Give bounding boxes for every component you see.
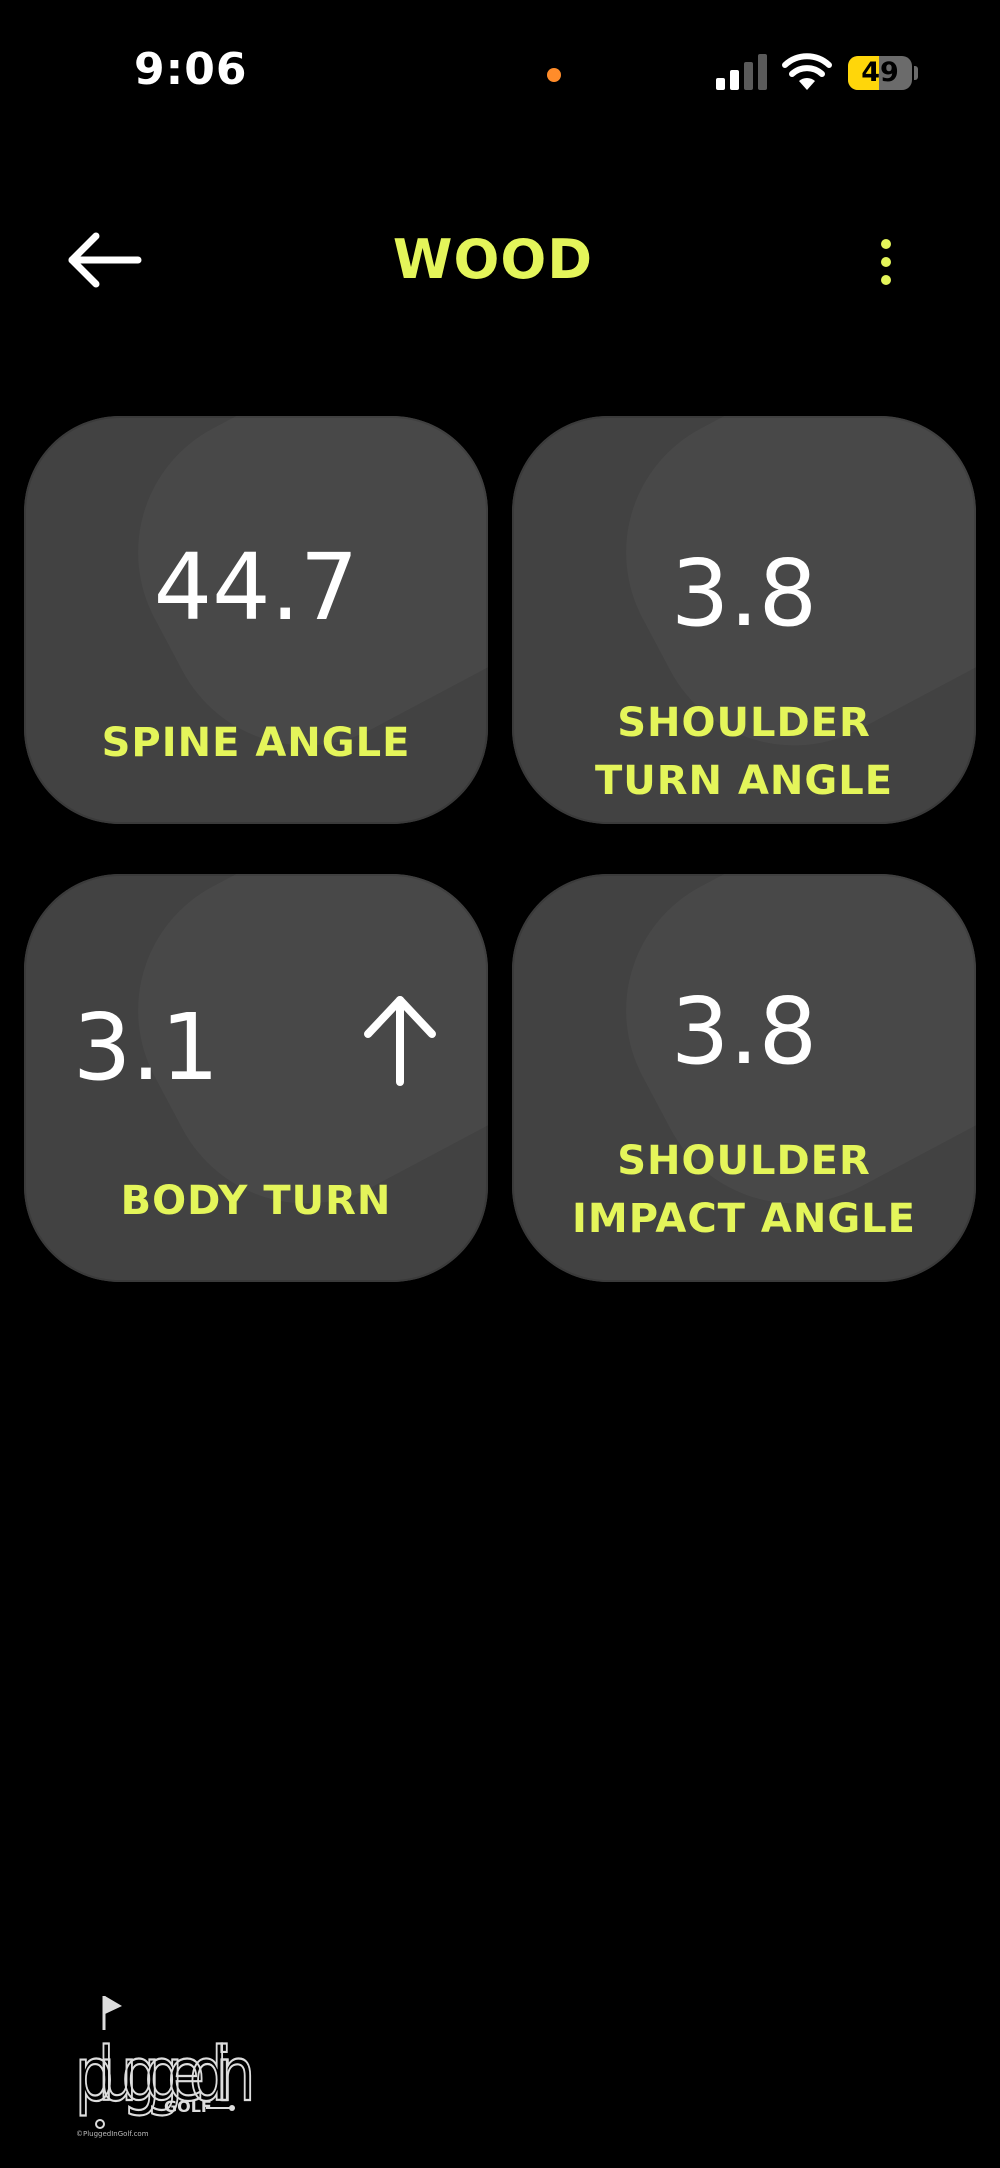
status-bar: 9:06 49 (0, 0, 1000, 150)
metric-value: 44.7 (153, 534, 359, 641)
page-title: WOOD (392, 228, 594, 291)
plugged-in-golf-logo: plugged in GOLF ©PluggedInGolf.com (74, 1996, 256, 2138)
battery-icon: 49 (848, 56, 912, 90)
signal-bar-3 (744, 62, 753, 90)
more-vertical-icon (881, 239, 891, 285)
more-options-button[interactable] (866, 234, 906, 290)
metric-label: SHOULDER IMPACT ANGLE (572, 1138, 916, 1242)
arrow-left-icon (68, 232, 142, 288)
cellular-signal-icon (716, 54, 767, 90)
wifi-icon (782, 53, 832, 90)
status-time: 9:06 (134, 44, 248, 95)
metric-value: 3.8 (670, 540, 818, 647)
app-header: WOOD (0, 200, 1000, 320)
metric-card-spine-angle[interactable]: 44.7 SPINE ANGLE (24, 416, 488, 824)
signal-bar-4 (758, 54, 767, 90)
metric-card-shoulder-impact-angle[interactable]: 3.8 SHOULDER IMPACT ANGLE (512, 874, 976, 1282)
metric-label: SPINE ANGLE (101, 720, 411, 766)
signal-bar-2 (730, 70, 739, 90)
metric-card-shoulder-turn-angle[interactable]: 3.8 SHOULDER TURN ANGLE (512, 416, 976, 824)
metric-label: BODY TURN (120, 1178, 392, 1224)
logo-copyright: ©PluggedInGolf.com (76, 2130, 149, 2138)
signal-bar-1 (716, 78, 725, 90)
back-button[interactable] (66, 230, 146, 290)
metric-card-body-turn[interactable]: 3.1 BODY TURN (24, 874, 488, 1282)
metric-label: SHOULDER TURN ANGLE (594, 700, 894, 804)
metric-value: 3.8 (670, 978, 818, 1085)
battery-cap (914, 66, 918, 80)
arrow-up-icon (364, 996, 436, 1086)
battery-level: 49 (861, 57, 899, 88)
metric-value: 3.1 (72, 994, 220, 1101)
privacy-indicator-dot (547, 68, 561, 82)
logo-subtext: GOLF (164, 2097, 212, 2116)
